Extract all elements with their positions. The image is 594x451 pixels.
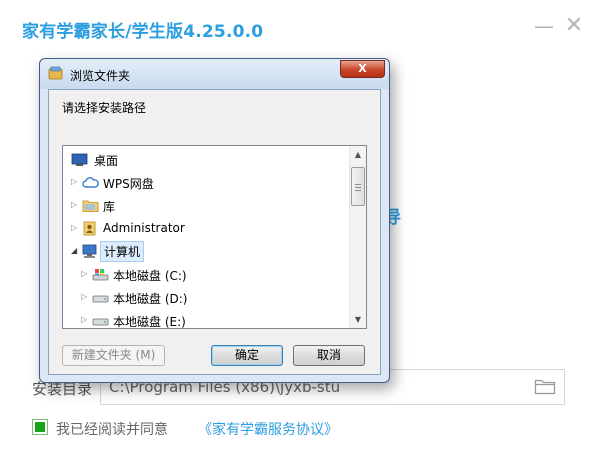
user-folder-icon	[83, 221, 96, 236]
collapse-arrow-icon[interactable]: ◢	[71, 246, 79, 256]
scroll-down-icon[interactable]: ▼	[350, 311, 366, 328]
dialog-close-button[interactable]: X	[340, 60, 385, 78]
close-button[interactable]: ✕	[562, 14, 586, 38]
scroll-thumb[interactable]	[351, 167, 365, 206]
library-icon	[82, 200, 99, 212]
tree-item-label: WPS网盘	[103, 177, 154, 191]
folder-browse-icon	[48, 66, 63, 80]
expand-arrow-icon[interactable]: ▷	[71, 200, 79, 210]
tree-item-library[interactable]: ▷ 库	[63, 194, 353, 217]
tree-item-label: 本地磁盘 (D:)	[113, 292, 188, 306]
folder-tree[interactable]: 桌面 ▷ WPS网盘 ▷ 库 ▷ Administrator ◢ 计算机 ▷ 本…	[62, 145, 367, 329]
tree-item-drive-c[interactable]: ▷ 本地磁盘 (C:)	[63, 263, 353, 286]
dialog-title: 浏览文件夹	[70, 69, 131, 83]
tree-item-label: Administrator	[103, 221, 185, 235]
cancel-button[interactable]: 取消	[293, 345, 365, 366]
new-folder-button[interactable]: 新建文件夹 (M)	[62, 345, 165, 366]
tree-item-drive-e[interactable]: ▷ 本地磁盘 (E:)	[63, 309, 353, 329]
grip-line	[355, 190, 361, 191]
agree-text: 我已经阅读并同意	[56, 422, 168, 438]
tree-item-administrator[interactable]: ▷ Administrator	[63, 217, 353, 240]
grip-line	[355, 187, 361, 188]
computer-icon	[82, 244, 97, 258]
tree-item-drive-d[interactable]: ▷ 本地磁盘 (D:)	[63, 286, 353, 309]
tree-item-wps-cloud[interactable]: ▷ WPS网盘	[63, 171, 353, 194]
minimize-button[interactable]: —	[532, 14, 556, 38]
drive-icon	[92, 295, 109, 303]
app-title: 家有学霸家长/学生版4.25.0.0	[22, 22, 264, 42]
drive-icon	[92, 318, 109, 326]
browse-folder-dialog: 浏览文件夹 X 请选择安装路径 桌面 ▷ WPS网盘 ▷ 库 ▷ Adminis…	[39, 58, 390, 383]
expand-arrow-icon[interactable]: ▷	[71, 223, 79, 233]
expand-arrow-icon[interactable]: ▷	[81, 315, 89, 325]
cloud-icon	[82, 177, 99, 188]
system-drive-icon	[92, 269, 109, 281]
service-agreement-link[interactable]: 《家有学霸服务协议》	[198, 419, 338, 439]
tree-item-label: 本地磁盘 (C:)	[113, 269, 187, 283]
desktop-icon	[71, 153, 88, 166]
grip-line	[355, 184, 361, 185]
expand-arrow-icon[interactable]: ▷	[71, 177, 79, 187]
folder-icon[interactable]	[534, 377, 556, 395]
tree-scrollbar[interactable]: ▲ ▼	[349, 146, 366, 328]
expand-arrow-icon[interactable]: ▷	[81, 269, 89, 279]
expand-arrow-icon[interactable]: ▷	[81, 292, 89, 302]
tree-item-label: 桌面	[94, 154, 119, 168]
dialog-titlebar[interactable]: 浏览文件夹 X	[40, 59, 389, 89]
tree-item-desktop[interactable]: 桌面	[63, 148, 353, 171]
ok-button[interactable]: 确定	[211, 345, 283, 366]
dialog-body: 请选择安装路径 桌面 ▷ WPS网盘 ▷ 库 ▷ Administrator ◢…	[48, 89, 381, 375]
tree-item-label: 计算机	[99, 241, 145, 262]
agree-checkbox[interactable]	[32, 419, 48, 435]
tree-item-label: 库	[103, 200, 116, 214]
tree-item-computer[interactable]: ◢ 计算机	[63, 240, 353, 263]
dialog-prompt: 请选择安装路径	[62, 101, 147, 115]
tree-item-label: 本地磁盘 (E:)	[113, 315, 186, 329]
scroll-up-icon[interactable]: ▲	[350, 146, 366, 163]
